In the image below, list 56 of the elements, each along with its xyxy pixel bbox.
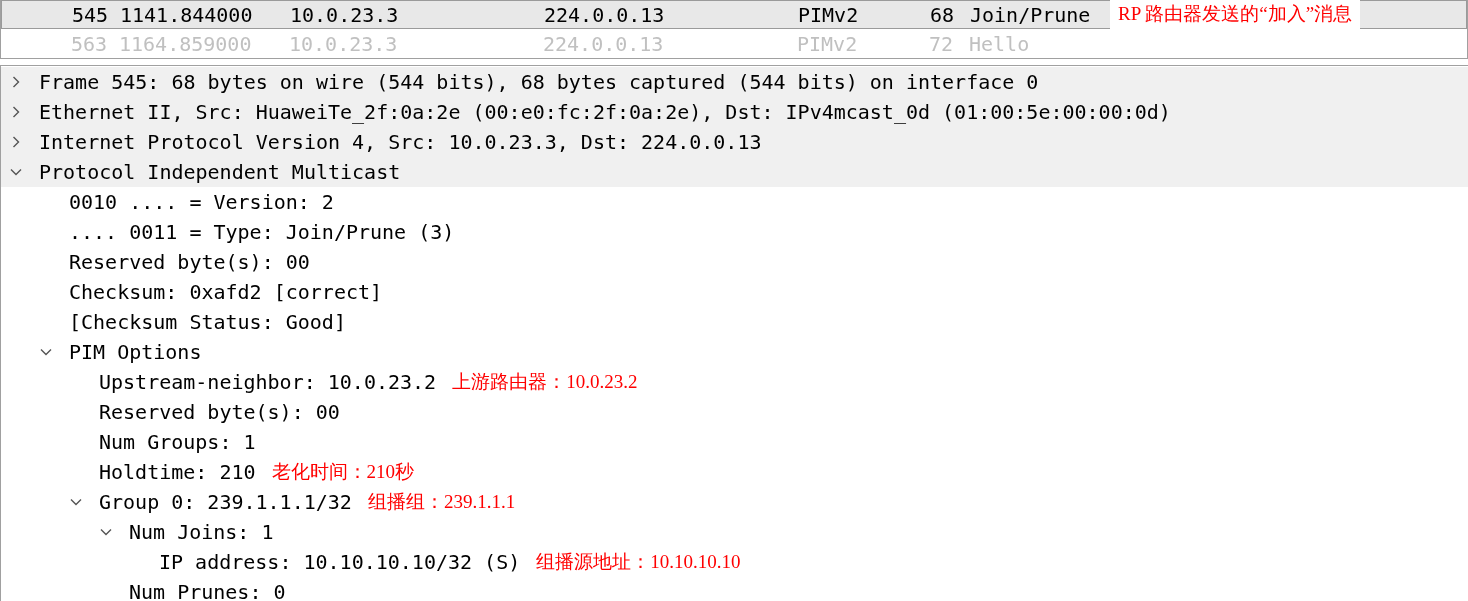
tree-label: Internet Protocol Version 4, Src: 10.0.23.3, Dst: 224.0.0.13 <box>39 129 762 156</box>
packet-number: 545 <box>70 1 108 29</box>
tree-label: Reserved byte(s): 00 <box>99 399 340 426</box>
tree-label: Holdtime: 210 <box>99 459 256 486</box>
tree-label: Upstream-neighbor: 10.0.23.2 <box>99 369 437 396</box>
tree-label: Frame 545: 68 bytes on wire (544 bits), 68 bytes captured (544 bits) on interface 0 <box>39 69 1039 96</box>
packet-protocol: PIMv2 <box>798 1 860 29</box>
packet-destination: 224.0.0.13 <box>544 1 666 29</box>
tree-row[interactable]: PIM Options <box>1 337 1468 367</box>
tree-label: PIM Options <box>69 339 202 366</box>
tree-row[interactable]: Frame 545: 68 bytes on wire (544 bits), 68 bytes captured (544 bits) on interface 0 <box>1 67 1468 97</box>
annotation-note: 上游路由器：10.0.23.2 <box>452 369 638 394</box>
tree-row[interactable]: Upstream-neighbor: 10.0.23.2 上游路由器：10.0.23.2 <box>1 367 1468 397</box>
tree-row[interactable]: IP address: 10.10.10.10/32 (S) 组播源地址：10.10.10.10 <box>1 547 1468 577</box>
tree-row[interactable]: Group 0: 239.1.1.1/32 组播组：239.1.1.1 <box>1 487 1468 517</box>
tree-row[interactable]: Num Joins: 1 <box>1 517 1468 547</box>
tree-row[interactable]: Num Prunes: 0 <box>1 577 1468 601</box>
annotation-note: RP 路由器发送的“加入”消息 <box>1110 0 1361 29</box>
tree-label: Checksum: 0xafd2 [correct] <box>69 279 383 306</box>
tree-row[interactable]: Internet Protocol Version 4, Src: 10.0.23.3, Dst: 224.0.0.13 <box>1 127 1468 157</box>
annotation-note: 组播组：239.1.1.1 <box>367 489 516 514</box>
tree-row[interactable]: Reserved byte(s): 00 <box>1 247 1468 277</box>
packet-time: 1164.859000 <box>119 30 253 58</box>
tree-label: Ethernet II, Src: HuaweiTe_2f:0a:2e (00:e0:fc:2f:0a:2e), Dst: IPv4mcast_0d (01:00:5e:00:00:0d) <box>39 99 1171 126</box>
packet-length: 68 <box>930 1 956 29</box>
packet-info: Join/Prune <box>970 1 1092 29</box>
tree-label: .... 0011 = Type: Join/Prune (3) <box>69 219 455 246</box>
tree-row[interactable]: Reserved byte(s): 00 <box>1 397 1468 427</box>
tree-row[interactable]: 0010 .... = Version: 2 <box>1 187 1468 217</box>
tree-label: IP address: 10.10.10.10/32 (S) <box>159 549 521 576</box>
annotation-note: 组播源地址：10.10.10.10 <box>536 549 741 574</box>
packet-time: 1141.844000 <box>120 1 254 29</box>
tree-row[interactable]: Holdtime: 210 老化时间：210秒 <box>1 457 1468 487</box>
tree-label: Reserved byte(s): 00 <box>69 249 310 276</box>
tree-label: [Checksum Status: Good] <box>69 309 346 336</box>
packet-destination: 224.0.0.13 <box>543 30 665 58</box>
packet-info: Hello <box>969 30 1031 58</box>
tree-label: Num Prunes: 0 <box>129 579 286 601</box>
tree-label: Protocol Independent Multicast <box>39 159 401 186</box>
packet-source: 10.0.23.3 <box>289 30 399 58</box>
packet-source: 10.0.23.3 <box>290 1 400 29</box>
tree-label: 0010 .... = Version: 2 <box>69 189 334 216</box>
tree-row[interactable]: [Checksum Status: Good] <box>1 307 1468 337</box>
packet-number: 563 <box>69 30 107 58</box>
tree-label: Num Groups: 1 <box>99 429 256 456</box>
packet-row[interactable]: 545 1141.844000 10.0.23.3 224.0.0.13 PIMv2 68 Join/Prune RP 路由器发送的“加入”消息 <box>1 0 1467 29</box>
tree-row[interactable]: Protocol Independent Multicast <box>1 157 1468 187</box>
packet-protocol: PIMv2 <box>797 30 859 58</box>
tree-row[interactable]: Ethernet II, Src: HuaweiTe_2f:0a:2e (00:e0:fc:2f:0a:2e), Dst: IPv4mcast_0d (01:00:5e:00:00:0d) <box>1 97 1468 127</box>
tree-row[interactable]: Num Groups: 1 <box>1 427 1468 457</box>
tree-row[interactable]: .... 0011 = Type: Join/Prune (3) <box>1 217 1468 247</box>
tree-label: Group 0: 239.1.1.1/32 <box>99 489 352 516</box>
packet-length: 72 <box>929 30 955 58</box>
annotation-note: 老化时间：210秒 <box>271 459 415 484</box>
tree-label: Num Joins: 1 <box>129 519 274 546</box>
tree-row[interactable]: Checksum: 0xafd2 [correct] <box>1 277 1468 307</box>
